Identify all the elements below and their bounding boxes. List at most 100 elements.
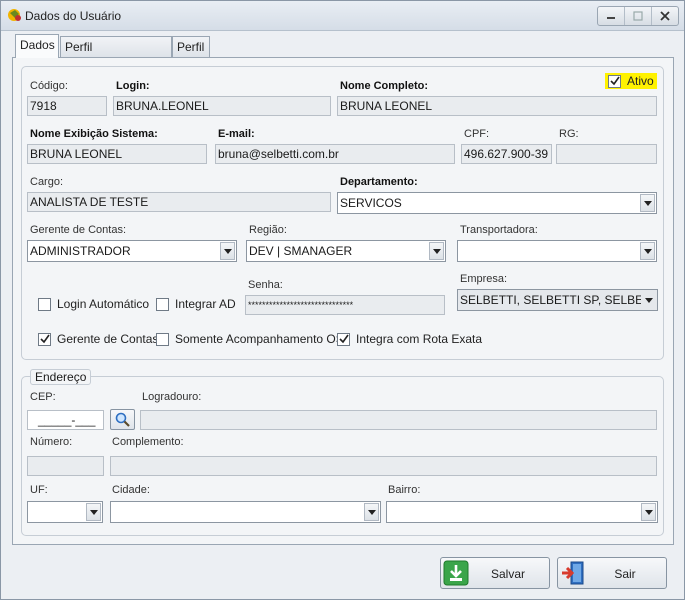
gerente-contas-label: Gerente de Contas: [30,224,127,236]
nome-completo-field[interactable]: BRUNA LEONEL [337,96,657,116]
integrar-ad-checkbox[interactable]: Integrar AD [156,297,236,311]
tab-dados[interactable]: Dados [15,34,59,58]
senha-field[interactable]: ****************************** [245,295,445,315]
login-automatico-label: Login Automático [57,297,150,311]
cpf-field[interactable]: 496.627.900-39 [461,144,552,164]
sair-label: Sair [614,567,636,581]
complemento-field[interactable] [110,456,657,476]
ativo-check-box[interactable] [608,74,621,88]
maximize-button[interactable] [625,7,652,25]
tab-page-dados: Código: 7918 Login: BRUNA.LEONEL Nome Co… [12,57,674,545]
chevron-down-icon [644,509,653,515]
salvar-button[interactable]: Salvar [440,557,550,589]
email-field[interactable]: bruna@selbetti.com.br [215,144,455,164]
departamento-value: SERVICOS [340,196,402,210]
integra-rota-box[interactable] [337,332,350,346]
gerente-contas-chk-label: Gerente de Contas [57,332,159,346]
user-data-window: Dados do Usuário Dados Perfil Administra… [0,0,685,600]
bairro-dropdown-button[interactable] [641,503,656,521]
departamento-select[interactable]: SERVICOS [337,192,657,214]
integra-rota-label: Integra com Rota Exata [356,332,483,346]
transportadora-dropdown-button[interactable] [640,242,655,260]
uf-label: UF: [30,484,48,496]
regiao-dropdown-button[interactable] [429,242,444,260]
cpf-label: CPF: [464,128,490,140]
chevron-down-icon [643,200,652,206]
ativo-highlight: Ativo [605,73,657,89]
cep-search-button[interactable] [110,409,135,430]
numero-label: Número: [30,436,73,448]
uf-select[interactable] [27,501,103,523]
minimize-button[interactable] [598,7,625,25]
ativo-checkbox[interactable]: Ativo [605,73,657,89]
codigo-label: Código: [30,80,68,92]
app-icon [7,7,23,23]
somente-os-box[interactable] [156,332,169,346]
somente-os-checkbox[interactable]: Somente Acompanhamento OS [156,332,344,346]
salvar-label: Salvar [490,567,525,581]
nome-completo-label: Nome Completo: [340,80,428,92]
empresa-select[interactable]: SELBETTI, SELBETTI SP, SELBE... [457,289,658,311]
cargo-field[interactable]: ANALISTA DE TESTE [27,192,331,212]
departamento-dropdown-button[interactable] [640,194,655,212]
cep-label: CEP: [30,391,56,403]
integra-rota-checkbox[interactable]: Integra com Rota Exata [337,332,482,346]
gerente-contas-select[interactable]: ADMINISTRADOR [27,240,237,262]
login-field[interactable]: BRUNA.LEONEL [113,96,331,116]
integrar-ad-box[interactable] [156,297,169,311]
login-automatico-checkbox[interactable]: Login Automático [38,297,149,311]
ativo-label: Ativo [627,74,654,88]
checkmark-icon [338,334,349,344]
gerente-contas-value: ADMINISTRADOR [30,244,131,258]
complemento-label: Complemento: [112,436,184,448]
nome-exibicao-field[interactable]: BRUNA LEONEL [27,144,207,164]
chevron-down-icon [367,509,376,515]
chevron-down-icon [223,248,232,254]
gerente-contas-box[interactable] [38,332,51,346]
codigo-field[interactable]: 7918 [27,96,107,116]
transportadora-select[interactable] [457,240,657,262]
endereco-legend: Endereço [30,369,92,385]
endereco-group: Endereço CEP: _____-___ Logradouro: Núme… [21,369,664,536]
logradouro-field[interactable] [140,410,657,430]
close-icon [660,11,670,21]
checkmark-icon [609,76,620,86]
cidade-dropdown-button[interactable] [364,503,379,521]
rg-field[interactable] [556,144,657,164]
cidade-select[interactable] [110,501,381,523]
close-button[interactable] [652,7,678,25]
gerente-contas-dropdown-button[interactable] [220,242,235,260]
logradouro-label: Logradouro: [142,391,202,403]
departamento-label: Departamento: [340,176,418,188]
nome-exibicao-label: Nome Exibição Sistema: [30,128,158,140]
login-automatico-box[interactable] [38,297,51,311]
regiao-label: Região: [249,224,287,236]
email-label: E-mail: [218,128,255,140]
uf-dropdown-button[interactable] [86,503,101,521]
maximize-icon [633,11,643,21]
gerente-contas-checkbox[interactable]: Gerente de Contas [38,332,158,346]
login-label: Login: [116,80,150,92]
cargo-label: Cargo: [30,176,64,188]
tab-perfil[interactable]: Perfil [172,36,210,58]
title-bar[interactable]: Dados do Usuário [1,1,684,31]
numero-field[interactable] [27,456,104,476]
minimize-icon [607,17,615,19]
cep-field[interactable]: _____-___ [27,410,104,430]
sair-button[interactable]: Sair [557,557,667,589]
senha-label: Senha: [248,279,283,291]
window-controls [597,6,679,26]
user-info-group: Código: 7918 Login: BRUNA.LEONEL Nome Co… [21,66,664,360]
checkmark-icon [39,334,50,344]
window-title: Dados do Usuário [25,9,122,23]
empresa-dropdown-button[interactable] [641,291,656,309]
chevron-down-icon [643,248,652,254]
integrar-ad-label: Integrar AD [175,297,236,311]
cidade-label: Cidade: [112,484,150,496]
empresa-value: SELBETTI, SELBETTI SP, SELBE... [460,293,654,307]
regiao-select[interactable]: DEV | SMANAGER [246,240,446,262]
tab-perfil-administrativo[interactable]: Perfil Administrativo [60,36,172,74]
transportadora-label: Transportadora: [460,224,538,236]
chevron-down-icon [644,297,653,303]
bairro-select[interactable] [386,501,658,523]
